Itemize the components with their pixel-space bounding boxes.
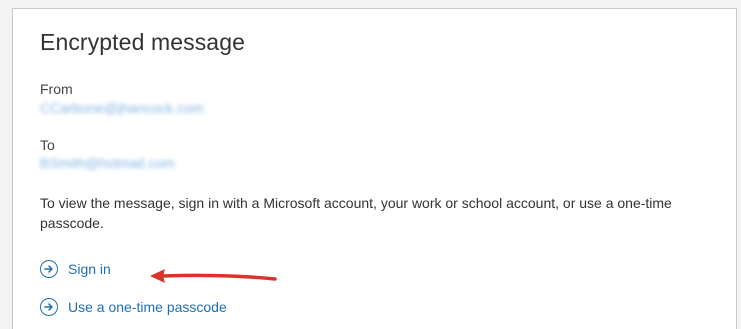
page-title: Encrypted message — [40, 29, 245, 55]
annotation-arrow-icon — [150, 269, 277, 283]
arrow-right-circle-icon — [40, 298, 58, 316]
instructions-text: To view the message, sign in with a Micr… — [40, 195, 672, 231]
one-time-passcode-link[interactable]: Use a one-time passcode — [40, 298, 227, 316]
sign-in-label: Sign in — [68, 261, 111, 277]
sign-in-link[interactable]: Sign in — [40, 260, 111, 278]
encrypted-message-panel: Encrypted message From CCarbone@jhancock… — [12, 8, 737, 329]
to-value: BSmith@hotmail.com — [40, 155, 175, 171]
to-label: To — [40, 137, 55, 153]
arrow-right-circle-icon — [40, 260, 58, 278]
one-time-passcode-label: Use a one-time passcode — [68, 299, 227, 315]
from-label: From — [40, 81, 73, 97]
from-value: CCarbone@jhancock.com — [40, 100, 204, 116]
